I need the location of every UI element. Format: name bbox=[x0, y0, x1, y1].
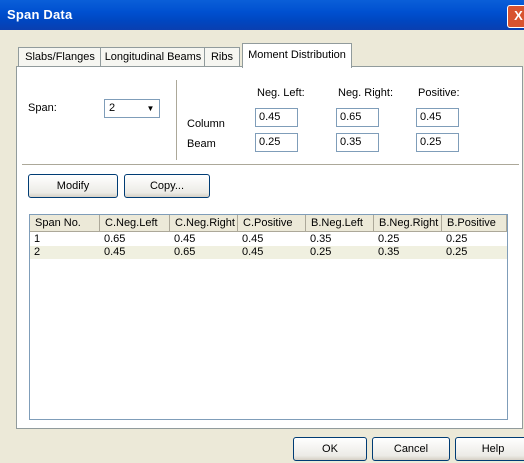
tab-label: Slabs/Flanges bbox=[25, 51, 95, 63]
close-button[interactable]: X bbox=[507, 5, 524, 28]
table-cell: 0.65 bbox=[104, 233, 126, 245]
table-cell: 0.25 bbox=[378, 233, 400, 245]
column-positive-input[interactable]: 0.45 bbox=[416, 108, 459, 127]
ok-button[interactable]: OK bbox=[293, 437, 367, 461]
column-header-c-neg-right[interactable]: C.Neg.Right bbox=[170, 215, 238, 232]
column-neg-left-input[interactable]: 0.45 bbox=[255, 108, 298, 127]
column-header-b-neg-left[interactable]: B.Neg.Left bbox=[306, 215, 374, 232]
close-icon: X bbox=[514, 8, 523, 23]
neg-right-header: Neg. Right: bbox=[338, 87, 394, 99]
span-table[interactable]: Span No. C.Neg.Left C.Neg.Right C.Positi… bbox=[29, 214, 508, 420]
table-cell: 0.45 bbox=[242, 233, 264, 245]
modify-button[interactable]: Modify bbox=[28, 174, 118, 198]
table-cell: 0.35 bbox=[310, 233, 332, 245]
tab-slabs-flanges[interactable]: Slabs/Flanges bbox=[18, 47, 102, 67]
beam-positive-input[interactable]: 0.25 bbox=[416, 133, 459, 152]
tab-label: Longitudinal Beams bbox=[104, 51, 202, 63]
table-cell: 0.25 bbox=[446, 233, 468, 245]
column-header-c-neg-left[interactable]: C.Neg.Left bbox=[100, 215, 170, 232]
cancel-button[interactable]: Cancel bbox=[372, 437, 450, 461]
table-cell: 0.25 bbox=[446, 246, 468, 258]
column-header-span-no[interactable]: Span No. bbox=[30, 215, 100, 232]
table-cell: 0.25 bbox=[310, 246, 332, 258]
beam-neg-left-input[interactable]: 0.25 bbox=[255, 133, 298, 152]
column-header-b-neg-right[interactable]: B.Neg.Right bbox=[374, 215, 442, 232]
table-row[interactable]: 2 0.45 0.65 0.45 0.25 0.35 0.25 bbox=[30, 246, 507, 259]
table-cell: 0.35 bbox=[378, 246, 400, 258]
span-dropdown[interactable]: 2 ▼ bbox=[104, 99, 160, 118]
tab-moment-distribution[interactable]: Moment Distribution bbox=[242, 43, 352, 68]
table-cell: 0.45 bbox=[104, 246, 126, 258]
tab-label: Ribs bbox=[210, 51, 233, 63]
help-button[interactable]: Help bbox=[455, 437, 524, 461]
tab-ribs[interactable]: Ribs bbox=[204, 47, 240, 67]
chevron-down-icon[interactable]: ▼ bbox=[143, 101, 158, 116]
title-bar[interactable]: Span Data X bbox=[0, 0, 524, 30]
copy-button[interactable]: Copy... bbox=[124, 174, 210, 198]
column-neg-right-input[interactable]: 0.65 bbox=[336, 108, 379, 127]
column-row-label: Column bbox=[187, 118, 225, 130]
tab-label: Moment Distribution bbox=[248, 49, 346, 61]
table-cell: 0.45 bbox=[242, 246, 264, 258]
beam-neg-right-input[interactable]: 0.35 bbox=[336, 133, 379, 152]
span-value: 2 bbox=[109, 102, 116, 114]
beam-row-label: Beam bbox=[187, 138, 216, 150]
column-header-c-positive[interactable]: C.Positive bbox=[238, 215, 306, 232]
table-cell: 2 bbox=[34, 246, 41, 258]
horizontal-divider bbox=[22, 164, 519, 165]
neg-left-header: Neg. Left: bbox=[257, 87, 305, 99]
span-label: Span: bbox=[28, 102, 57, 114]
table-cell: 0.45 bbox=[174, 233, 196, 245]
table-cell: 1 bbox=[34, 233, 41, 245]
tab-longitudinal-beams[interactable]: Longitudinal Beams bbox=[100, 47, 206, 67]
table-row[interactable]: 1 0.65 0.45 0.45 0.35 0.25 0.25 bbox=[30, 233, 507, 246]
positive-header: Positive: bbox=[418, 87, 460, 99]
window-title: Span Data bbox=[7, 7, 73, 22]
vertical-divider bbox=[176, 80, 177, 160]
column-header-b-positive[interactable]: B.Positive bbox=[442, 215, 507, 232]
table-cell: 0.65 bbox=[174, 246, 196, 258]
